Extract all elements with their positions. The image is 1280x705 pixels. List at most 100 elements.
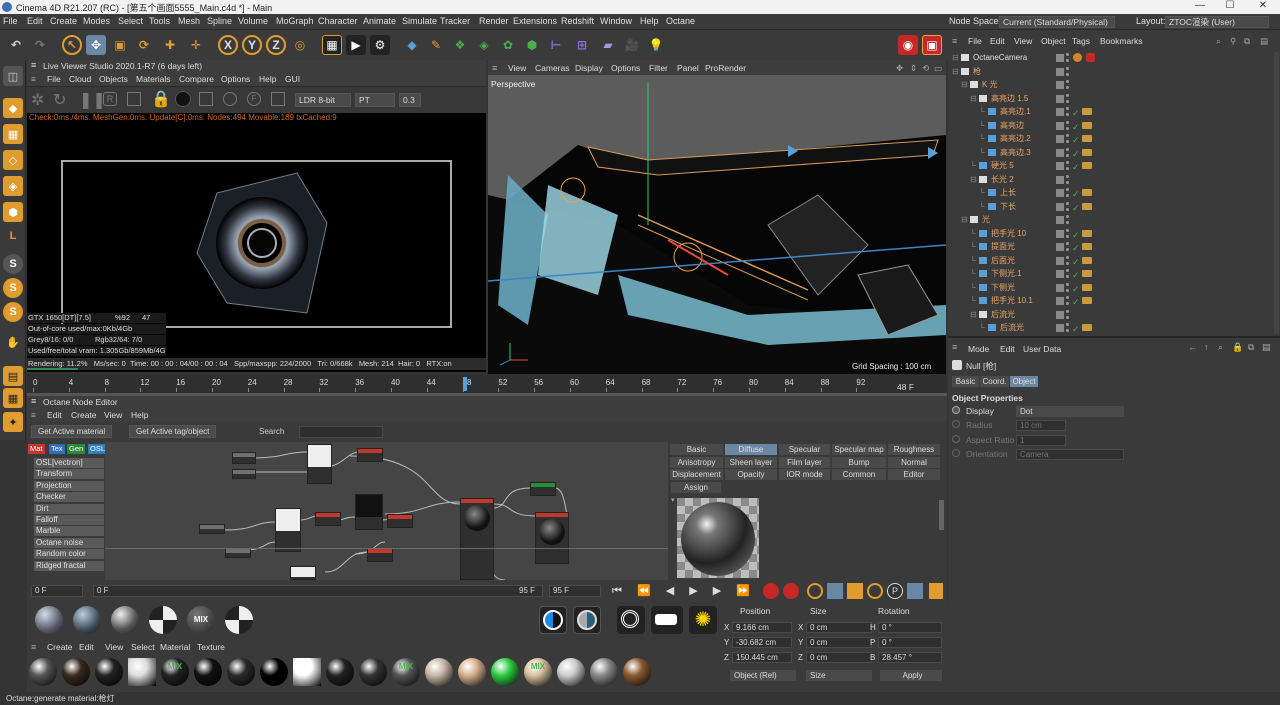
snap-settings-icon[interactable]: S xyxy=(3,278,23,298)
editor-visibility-dot[interactable] xyxy=(1066,66,1069,70)
live-selection-icon[interactable]: ↖ xyxy=(62,35,82,55)
object-name[interactable]: 后流光 xyxy=(991,308,1015,321)
start-frame-field[interactable]: 0 F xyxy=(31,585,83,597)
make-editable-icon[interactable]: ◫ xyxy=(3,66,23,86)
octane-material-preset-2[interactable] xyxy=(73,606,101,634)
layer-checkbox[interactable] xyxy=(1056,135,1064,143)
editor-visibility-dot[interactable] xyxy=(1066,215,1069,218)
object-row[interactable]: └ 高亮边.3 ✓ xyxy=(948,146,1280,160)
editor-visibility-dot[interactable] xyxy=(1066,134,1069,137)
enabled-check-icon[interactable]: ✓ xyxy=(1072,323,1080,336)
node-category-gen[interactable]: Gen xyxy=(67,444,86,454)
material-tab-specular-map[interactable]: Specular map xyxy=(832,444,886,455)
object-row[interactable]: └ 下长 ✓ xyxy=(948,200,1280,214)
attr-tab-object[interactable]: Object xyxy=(1010,376,1038,387)
pause-icon[interactable]: ❚❚ xyxy=(79,90,106,110)
mograph-icon[interactable]: ⬢ xyxy=(522,35,542,55)
octane-daylight-icon[interactable] xyxy=(617,606,645,634)
attr-menu-edit[interactable]: Edit xyxy=(1000,344,1015,354)
attr-menu-mode[interactable]: Mode xyxy=(968,344,989,354)
object-row[interactable]: ⊟ OctaneCamera xyxy=(948,51,1280,65)
get-active-material-button[interactable]: Get Active material xyxy=(31,425,113,438)
material-swatch[interactable]: MIX xyxy=(392,658,420,686)
render-visibility-dot[interactable] xyxy=(1066,261,1069,265)
key-position-icon[interactable] xyxy=(827,583,843,599)
undo-icon[interactable]: ↶ xyxy=(6,35,26,55)
keyframe-selection-icon[interactable] xyxy=(807,583,823,599)
glossy-material-node[interactable] xyxy=(460,498,494,580)
aspect-animate-dot[interactable] xyxy=(952,435,960,443)
editor-visibility-dot[interactable] xyxy=(1066,323,1069,326)
object-row[interactable]: └ 把手光 10 ✓ xyxy=(948,227,1280,241)
layer-checkbox[interactable] xyxy=(1056,189,1064,197)
object-row[interactable]: └ 后流光 ✓ xyxy=(948,321,1280,335)
orientation-select[interactable]: Camera xyxy=(1016,449,1124,460)
minimize-button[interactable]: — xyxy=(1185,0,1215,11)
lv-menu-options[interactable]: Options xyxy=(221,74,250,84)
node-library-item[interactable]: Transform xyxy=(34,469,104,480)
octane-camera-imager-icon[interactable] xyxy=(1086,53,1095,62)
editor-visibility-dot[interactable] xyxy=(1066,188,1069,191)
viewport-menu-cameras[interactable]: Cameras xyxy=(535,63,569,73)
refresh-icon[interactable]: ↻ xyxy=(53,90,66,110)
octane-render-icon[interactable]: ◉ xyxy=(898,35,918,55)
material-swatch[interactable]: MIX xyxy=(524,658,552,686)
attr-tab-basic[interactable]: Basic xyxy=(952,376,979,387)
preview-min-field[interactable]: 0 F xyxy=(93,585,543,597)
object-menu-tags[interactable]: Tags xyxy=(1072,36,1090,46)
lv-menu-compare[interactable]: Compare xyxy=(179,74,214,84)
edges-mode-icon[interactable]: ◈ xyxy=(3,176,23,196)
display-animate-dot[interactable] xyxy=(952,406,960,414)
editor-visibility-dot[interactable] xyxy=(1066,80,1069,83)
menu-help[interactable]: Help xyxy=(640,16,659,26)
object-menu-file[interactable]: File xyxy=(968,36,982,46)
layer-checkbox[interactable] xyxy=(1056,81,1064,89)
layer-checkbox[interactable] xyxy=(1056,162,1064,170)
key-rotation-icon[interactable] xyxy=(867,583,883,599)
menu-render[interactable]: Render xyxy=(479,16,509,26)
viewport-menu-display[interactable]: Display xyxy=(575,63,603,73)
assign-button[interactable]: Assign xyxy=(671,482,721,493)
object-name[interactable]: 把手光 10 xyxy=(991,227,1026,240)
layer-checkbox[interactable] xyxy=(1056,216,1064,224)
cloner-icon[interactable]: ✿ xyxy=(498,35,518,55)
coord-r-field[interactable]: 0 ° xyxy=(878,637,942,648)
node-library-item[interactable]: Random color xyxy=(34,549,104,560)
layer-checkbox[interactable] xyxy=(1056,148,1064,157)
object-row[interactable]: ⊟ 光 xyxy=(948,213,1280,227)
layer-checkbox[interactable] xyxy=(1056,310,1064,319)
object-name[interactable]: 下长 xyxy=(1000,200,1016,213)
material-swatch[interactable] xyxy=(62,658,90,686)
menu-select[interactable]: Select xyxy=(118,16,143,26)
menu-create[interactable]: Create xyxy=(50,16,77,26)
material-swatch[interactable] xyxy=(458,658,486,686)
image-texture-node[interactable] xyxy=(307,444,332,484)
post-process-icon[interactable] xyxy=(271,92,285,106)
points-mode-icon[interactable]: ◇ xyxy=(3,150,23,170)
octane-light-tag-icon[interactable] xyxy=(1082,283,1092,291)
material-swatch[interactable] xyxy=(194,658,222,686)
octane-light-tag-icon[interactable] xyxy=(1082,135,1092,142)
object-menu-view[interactable]: View xyxy=(1014,36,1032,46)
object-name[interactable]: 高亮边.1 xyxy=(1000,105,1031,118)
panel-grip-icon[interactable]: ≡ xyxy=(952,342,957,352)
object-name[interactable]: 高亮边 xyxy=(1000,119,1024,132)
node-library-item[interactable]: OSL[vectron] xyxy=(34,458,104,468)
object-menu-bookmarks[interactable]: Bookmarks xyxy=(1100,36,1143,46)
node-category-tex[interactable]: Tex xyxy=(49,444,65,454)
node-library-item[interactable]: Falloff xyxy=(34,515,104,525)
object-name[interactable]: 下侧光.1 xyxy=(991,267,1022,280)
material-swatch[interactable] xyxy=(590,658,618,686)
octane-viewer-icon[interactable]: ▣ xyxy=(922,35,942,55)
focus-picker-icon[interactable] xyxy=(199,92,213,106)
material-tab-common[interactable]: Common xyxy=(832,469,886,480)
x-axis-toggle[interactable]: X xyxy=(218,35,238,55)
node-library-item[interactable]: Dirt xyxy=(34,503,104,514)
editor-visibility-dot[interactable] xyxy=(1066,161,1069,164)
material-swatch[interactable] xyxy=(326,658,354,686)
viewport-move-icon[interactable]: ✥ xyxy=(896,63,903,74)
menu-spline[interactable]: Spline xyxy=(207,16,232,26)
panel-grip-icon[interactable]: ≡ xyxy=(31,642,36,652)
cube-icon[interactable]: ◆ xyxy=(402,35,422,55)
material-swatch[interactable] xyxy=(29,658,57,686)
